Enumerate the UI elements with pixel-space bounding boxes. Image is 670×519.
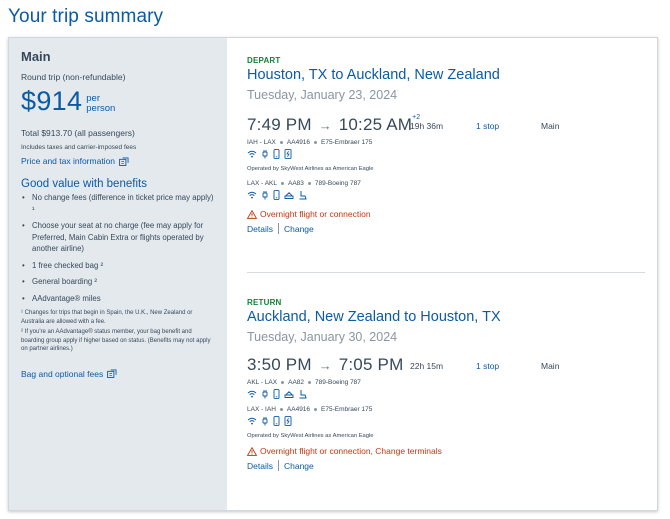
depart-departure-time: 7:49 PM [247, 115, 312, 134]
bag-optional-fees-link[interactable]: Bag and optional fees [21, 369, 117, 379]
amenities-row [247, 190, 500, 199]
wifi-icon [247, 390, 257, 398]
segment-info: LAX - IAH AA4916 E75-Embraer 175 [247, 406, 373, 413]
depart-times: 7:49 PM → 10:25 AM+2 19h 36m 1 stop Main [247, 114, 559, 137]
segment-info: LAX - AKL AA83 789-Boeing 787 [247, 180, 361, 187]
return-route: Auckland, New Zealand to Houston, TX [247, 309, 501, 325]
footnote-changes: ¹ Changes for trips that begin in Spain,… [21, 310, 193, 325]
per-person-label: per person [86, 93, 116, 114]
external-link-icon [119, 157, 129, 166]
amenities-row [247, 149, 500, 158]
power-outlet-icon [261, 416, 269, 426]
operated-by-note: Operated by SkyWest Airlines as American… [247, 166, 374, 172]
wifi-icon [247, 150, 257, 158]
return-section: RETURN Auckland, New Zealand to Houston,… [247, 298, 559, 471]
benefit-item: 1 free checked bag ² [21, 260, 215, 272]
depart-cabin: Main [541, 121, 560, 131]
depart-date: Tuesday, January 23, 2024 [247, 88, 398, 102]
arrow-right-icon: → [318, 118, 332, 133]
return-arrival-time: 7:05 PM [338, 355, 404, 374]
footnote-status: ² If you're an AAdvantage® status member… [21, 329, 211, 352]
return-stops-link[interactable]: 1 stop [476, 361, 499, 371]
operated-by-note: Operated by SkyWest Airlines as American… [247, 433, 374, 439]
price-tax-info-link[interactable]: Price and tax information [21, 156, 129, 166]
return-label: RETURN [247, 298, 282, 307]
section-divider [247, 272, 645, 273]
lie-flat-seat-icon [298, 190, 308, 200]
page-title: Your trip summary [8, 6, 164, 27]
power-outlet-icon [261, 389, 269, 399]
includes-taxes-note: Includes taxes and carrier-imposed fees [21, 144, 137, 151]
price-row: $914 per person [21, 86, 215, 117]
power-outlet-icon [261, 149, 269, 159]
depart-actions: Details Change [247, 223, 500, 234]
return-cabin: Main [541, 361, 560, 371]
device-entertainment-icon [273, 416, 280, 426]
depart-label: DEPART [247, 56, 281, 65]
return-change-link[interactable]: Change [284, 461, 314, 471]
benefit-item: General boarding ² [21, 276, 215, 288]
warning-icon [247, 210, 257, 219]
segment-info: AKL - LAX AA82 789-Boeing 787 [247, 379, 361, 386]
return-details-link[interactable]: Details [247, 461, 273, 471]
warning-icon [247, 447, 257, 456]
benefit-item: No change fees (difference in ticket pri… [21, 192, 215, 215]
return-actions: Details Change [247, 460, 501, 471]
fare-panel: Main Round trip (non-refundable) $914 pe… [9, 38, 227, 510]
benefits-list: No change fees (difference in ticket pri… [21, 192, 215, 304]
trip-summary-card: Main Round trip (non-refundable) $914 pe… [8, 37, 658, 511]
return-times: 3:50 PM → 7:05 PM 22h 15m 1 stop Main [247, 355, 559, 377]
lie-flat-seat-icon [298, 389, 308, 399]
depart-duration: 19h 36m [410, 121, 444, 131]
overnight-warning: Overnight flight or connection, Change t… [247, 446, 501, 456]
overnight-warning: Overnight flight or connection [247, 209, 500, 219]
external-link-icon [107, 369, 117, 378]
amenities-row [247, 389, 501, 398]
price-per-person: $914 [21, 86, 83, 116]
return-date: Tuesday, January 30, 2024 [247, 330, 398, 344]
divider [277, 223, 279, 234]
depart-stops-link[interactable]: 1 stop [476, 121, 499, 131]
device-entertainment-icon [273, 389, 280, 399]
divider [277, 460, 279, 471]
depart-change-link[interactable]: Change [284, 224, 314, 234]
meal-icon [284, 389, 294, 399]
benefits-title: Good value with benefits [21, 178, 147, 190]
return-duration: 22h 15m [410, 361, 444, 371]
meal-icon [284, 190, 294, 200]
total-price: Total $913.70 (all passengers) [21, 128, 135, 138]
benefit-item: AAdvantage® miles [21, 293, 215, 305]
segment-info: IAH - LAX AA4916 E75-Embraer 175 [247, 139, 373, 146]
benefit-item: Choose your seat at no charge (fee may a… [21, 220, 215, 255]
device-entertainment-icon [273, 149, 280, 159]
fare-name: Main [21, 49, 51, 64]
wifi-icon [247, 191, 257, 199]
arrow-right-icon: → [318, 358, 332, 373]
usb-power-icon [284, 416, 292, 426]
depart-arrival-time: 10:25 AM [338, 115, 413, 134]
power-outlet-icon [261, 190, 269, 200]
wifi-icon [247, 417, 257, 425]
depart-route: Houston, TX to Auckland, New Zealand [247, 67, 500, 83]
fare-subtitle: Round trip (non-refundable) [21, 72, 126, 82]
usb-power-icon [284, 149, 292, 159]
return-departure-time: 3:50 PM [247, 355, 312, 374]
amenities-row [247, 416, 501, 425]
depart-section: DEPART Houston, TX to Auckland, New Zeal… [247, 56, 559, 234]
day-offset-badge: +2 [412, 114, 421, 121]
depart-details-link[interactable]: Details [247, 224, 273, 234]
device-entertainment-icon [273, 190, 280, 200]
